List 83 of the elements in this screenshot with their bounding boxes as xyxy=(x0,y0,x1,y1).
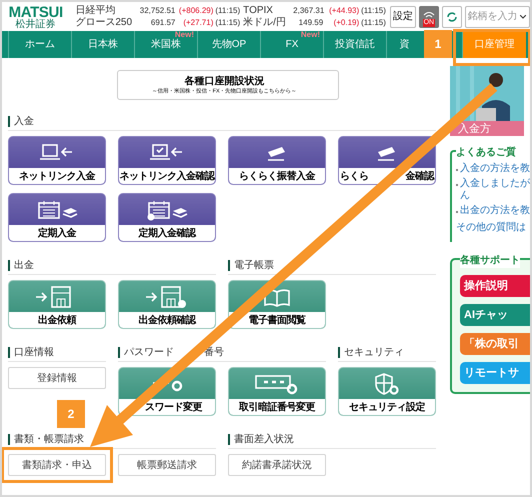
tile-label: スワード変更 xyxy=(145,400,202,414)
logo-subtitle: 松井証券 xyxy=(16,20,56,30)
link-button[interactable]: 書類請求・申込 xyxy=(8,454,106,476)
index-change: (+0.19) xyxy=(332,16,360,28)
settings-button[interactable]: 設定 xyxy=(390,6,416,28)
tile-label: ネットリンク入金 xyxy=(19,170,95,184)
quote-time: (11:15) xyxy=(361,16,386,28)
support-button[interactable]: 操作説明 xyxy=(460,275,530,297)
menu-tile[interactable]: 取引暗証番号変更 xyxy=(228,367,326,416)
index-value: 32,752.51 xyxy=(138,4,176,16)
menu-tile[interactable]: ネットリンク入金確認 xyxy=(118,136,216,185)
section-heading: 出金 xyxy=(14,258,34,273)
section-heading: 書類・帳票請求 xyxy=(14,432,84,447)
heading-marker xyxy=(8,260,10,271)
support-title: 各種サポート xyxy=(460,253,520,268)
nav-tab[interactable]: 資 xyxy=(386,31,422,58)
tile-label: ネットリンク入金確認 xyxy=(120,170,214,184)
step-badge: 1 xyxy=(424,30,452,58)
menu-tile[interactable]: 出金依頼確認 xyxy=(118,280,216,329)
index-change: (+27.71) xyxy=(182,16,214,28)
heading-marker xyxy=(8,116,10,127)
index-change: (+806.29) xyxy=(178,4,214,16)
nav-tab[interactable]: 日本株 xyxy=(71,31,134,58)
section-heading: 入金 xyxy=(14,114,34,129)
tile-label: 定期入金確認 xyxy=(138,226,196,240)
menu-tile[interactable]: 出金依頼 xyxy=(8,280,106,329)
menu-tile[interactable]: ネットリンク入金 xyxy=(8,136,106,185)
tile-label: 出金依頼 xyxy=(38,314,76,328)
link-button[interactable]: 登録情報 xyxy=(8,367,106,389)
link-button[interactable]: 帳票郵送請求 xyxy=(118,454,216,476)
nav-tab[interactable]: ホーム xyxy=(8,31,71,58)
heading-marker xyxy=(8,347,10,358)
tile-label: 取引暗証番号変更 xyxy=(239,400,315,414)
tile-label: 出金依頼確認 xyxy=(138,314,196,328)
faq-link[interactable]: 入金しましたが ん xyxy=(460,178,530,202)
menu-tile[interactable]: 定期入金確認 xyxy=(118,193,216,242)
tile-label: セキュリティ設定 xyxy=(349,400,425,414)
quote-time: (11:15) xyxy=(215,16,240,28)
nav-tab[interactable]: 投資信託 xyxy=(323,31,386,58)
index-name: 日経平均 xyxy=(75,4,116,16)
tile-label: らくら xyxy=(340,170,368,184)
section-heading: 電子帳票 xyxy=(234,259,274,273)
tile-label: 金確認 xyxy=(406,170,434,184)
quote-time: (11:15) xyxy=(215,4,240,16)
wifi-icon xyxy=(422,10,435,18)
refresh-icon xyxy=(446,10,458,22)
logo: MATSUI xyxy=(8,5,63,20)
link-button[interactable]: 約諾書承諾状況 xyxy=(228,454,326,476)
caret-icon xyxy=(520,14,526,18)
quote-time: (11:15) xyxy=(361,4,386,16)
menu-tile[interactable]: セキュリティ設定 xyxy=(338,367,436,416)
section-heading: セキュリティ xyxy=(344,346,404,360)
section-heading: 口座情報 xyxy=(14,346,54,360)
support-button[interactable]: AIチャッ xyxy=(460,304,530,326)
index-value: 2,367.31 xyxy=(293,4,324,16)
tile-label: 定期入金 xyxy=(38,226,76,240)
index-name: TOPIX xyxy=(243,4,274,16)
heading-marker xyxy=(118,347,120,358)
heading-marker xyxy=(338,347,340,358)
stock-search-field[interactable]: 銘柄を入力 xyxy=(464,6,530,28)
nav-tab[interactable]: 先物OP xyxy=(197,31,260,58)
tile-label: らくらく振替入金 xyxy=(239,170,315,184)
faq-title: よくあるご質 xyxy=(456,145,530,160)
calendar-money-icon xyxy=(35,198,79,220)
index-name: 米ドル/円 xyxy=(243,16,287,28)
faq-link[interactable]: 出金の方法を教 xyxy=(460,205,530,217)
calendar-check-icon xyxy=(145,198,189,220)
section-heading: 書面差入状況 xyxy=(234,432,294,447)
faq-more-link[interactable]: その他の質問は xyxy=(456,220,530,235)
heading-marker xyxy=(228,434,230,445)
index-value: 149.59 xyxy=(298,16,324,28)
heading-marker xyxy=(8,434,10,445)
index-change: (+44.93) xyxy=(328,4,360,16)
refresh-button[interactable] xyxy=(442,6,462,28)
heading-marker xyxy=(228,260,230,271)
menu-tile[interactable]: 定期入金 xyxy=(8,193,106,242)
section-heading: パスワード xyxy=(124,346,174,360)
index-value: 691.57 xyxy=(150,16,176,28)
index-name: グロース250 xyxy=(75,16,134,28)
faq-link[interactable]: 入金の方法を教 xyxy=(460,163,530,175)
menu-tile[interactable]: らくらく振替入金 xyxy=(228,136,326,185)
step-badge: 2 xyxy=(57,400,85,428)
tile-label: 電子書面閲覧 xyxy=(248,314,306,328)
